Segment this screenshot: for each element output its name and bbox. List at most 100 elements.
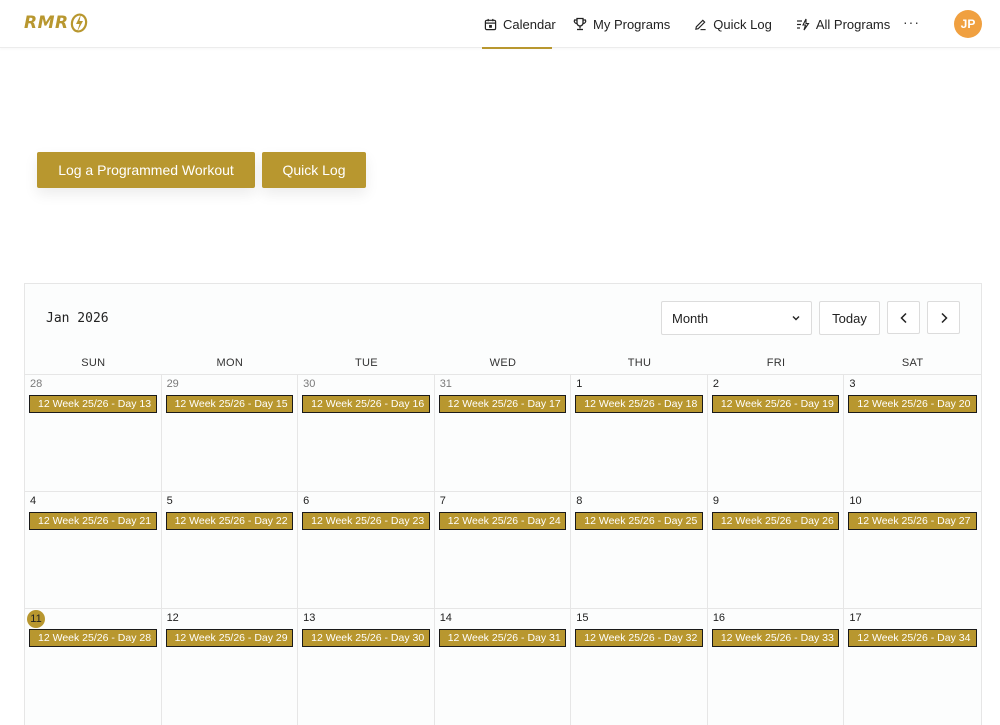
- calendar-grid: 28 12 Week 25/26 - Day 13 29 12 Week 25/26 …: [25, 375, 981, 725]
- today-date-badge[interactable]: 11: [27, 610, 45, 628]
- workout-event[interactable]: 12 Week 25/26 - Day 17: [438, 395, 567, 413]
- nav-item-my-programs[interactable]: My Programs: [573, 0, 670, 48]
- calendar-day-cell[interactable]: 30 12 Week 25/26 - Day 16: [298, 375, 435, 491]
- calendar-day-cell[interactable]: 11 12 Week 25/26 - Day 28: [25, 609, 162, 725]
- calendar-day-cell[interactable]: 15 12 Week 25/26 - Day 32: [571, 609, 708, 725]
- workout-event[interactable]: 12 Week 25/26 - Day 29: [165, 629, 294, 647]
- nav-label-all-programs: All Programs: [815, 16, 891, 32]
- calendar-day-cell[interactable]: 4 12 Week 25/26 - Day 21: [25, 492, 162, 608]
- day-number[interactable]: 5: [167, 495, 173, 507]
- calendar-day-cell[interactable]: 8 12 Week 25/26 - Day 25: [571, 492, 708, 608]
- calendar-day-cell[interactable]: 13 12 Week 25/26 - Day 30: [298, 609, 435, 725]
- workout-event[interactable]: 12 Week 25/26 - Day 19: [711, 395, 840, 413]
- day-number[interactable]: 2: [713, 378, 719, 390]
- workout-event[interactable]: 12 Week 25/26 - Day 18: [575, 395, 703, 413]
- workout-event[interactable]: 12 Week 25/26 - Day 23: [302, 512, 430, 530]
- trophy-icon: [573, 17, 587, 31]
- calendar-day-cell[interactable]: 1 12 Week 25/26 - Day 18: [571, 375, 708, 491]
- calendar-day-cell[interactable]: 29 12 Week 25/26 - Day 15: [161, 375, 299, 491]
- day-number[interactable]: 9: [713, 495, 719, 507]
- nav-item-all-programs[interactable]: All Programs: [796, 0, 890, 48]
- weekday-label: SUN: [81, 357, 106, 369]
- workout-event[interactable]: 12 Week 25/26 - Day 34: [848, 629, 977, 647]
- day-number[interactable]: 15: [576, 612, 588, 624]
- calendar-day-cell[interactable]: 17 12 Week 25/26 - Day 34: [844, 609, 981, 725]
- workout-event[interactable]: 12 Week 25/26 - Day 33: [711, 629, 840, 647]
- next-month-button[interactable]: [927, 301, 960, 334]
- main-nav: Calendar My Programs Quick Log All Progr…: [482, 0, 890, 49]
- nav-label-my-programs: My Programs: [593, 16, 671, 32]
- nav-item-calendar[interactable]: Calendar: [482, 0, 556, 49]
- quick-log-button[interactable]: Quick Log: [262, 152, 366, 188]
- nav-label-quick-log: Quick Log: [713, 16, 772, 32]
- calendar-day-cell[interactable]: 9 12 Week 25/26 - Day 26: [707, 492, 845, 608]
- calendar-day-cell[interactable]: 7 12 Week 25/26 - Day 24: [434, 492, 572, 608]
- workout-event[interactable]: 12 Week 25/26 - Day 21: [29, 512, 157, 530]
- chevron-right-icon: [940, 312, 948, 323]
- calendar-day-cell[interactable]: 10 12 Week 25/26 - Day 27: [844, 492, 981, 608]
- workout-event[interactable]: 12 Week 25/26 - Day 26: [711, 512, 840, 530]
- chevron-left-icon: [899, 312, 907, 323]
- view-mode-select[interactable]: Month: [661, 301, 812, 335]
- day-number[interactable]: 17: [849, 612, 861, 624]
- workout-event[interactable]: 12 Week 25/26 - Day 15: [165, 395, 294, 413]
- view-mode-value: Month: [672, 310, 709, 326]
- day-number[interactable]: 28: [30, 378, 42, 390]
- calendar-day-cell[interactable]: 31 12 Week 25/26 - Day 17: [434, 375, 572, 491]
- calendar-week-row: 11 12 Week 25/26 - Day 28 12 12 Week 25/26 …: [25, 609, 981, 725]
- calendar-week-row: 28 12 Week 25/26 - Day 13 29 12 Week 25/26 …: [25, 375, 981, 492]
- calendar-day-cell[interactable]: 14 12 Week 25/26 - Day 31: [434, 609, 572, 725]
- logo-text: RMR: [24, 13, 69, 33]
- workout-event[interactable]: 12 Week 25/26 - Day 32: [575, 629, 703, 647]
- top-navigation-bar: RMR Calendar My Programs Quick Log All P…: [0, 0, 1000, 49]
- workout-event[interactable]: 12 Week 25/26 - Day 16: [302, 395, 430, 413]
- bolt-logo-icon: [70, 13, 87, 33]
- calendar-day-cell[interactable]: 5 12 Week 25/26 - Day 22: [161, 492, 299, 608]
- calendar-day-cell[interactable]: 16 12 Week 25/26 - Day 33: [707, 609, 845, 725]
- calendar-day-cell[interactable]: 12 12 Week 25/26 - Day 29: [161, 609, 299, 725]
- nav-item-quick-log[interactable]: Quick Log: [694, 0, 772, 48]
- workout-event[interactable]: 12 Week 25/26 - Day 20: [848, 395, 977, 413]
- day-number[interactable]: 31: [440, 378, 452, 390]
- day-number[interactable]: 30: [303, 378, 315, 390]
- day-number[interactable]: 6: [303, 495, 309, 507]
- month-calendar: Jan 2026 Month Today SUN MON TUE WED THU…: [24, 283, 982, 725]
- log-programmed-workout-button[interactable]: Log a Programmed Workout: [37, 152, 255, 188]
- calendar-month-title: Jan 2026: [46, 311, 109, 326]
- weekday-label: FRI: [766, 357, 786, 369]
- calendar-day-cell[interactable]: 2 12 Week 25/26 - Day 19: [707, 375, 845, 491]
- calendar-icon: [484, 18, 497, 30]
- chevron-down-icon: [792, 316, 800, 321]
- today-button[interactable]: Today: [819, 301, 880, 335]
- workout-event[interactable]: 12 Week 25/26 - Day 30: [302, 629, 430, 647]
- calendar-day-cell[interactable]: 3 12 Week 25/26 - Day 20: [844, 375, 981, 491]
- day-number[interactable]: 1: [576, 378, 582, 390]
- day-number[interactable]: 13: [303, 612, 315, 624]
- calendar-day-cell[interactable]: 6 12 Week 25/26 - Day 23: [298, 492, 435, 608]
- rmr-logo[interactable]: RMR: [24, 11, 88, 35]
- pencil-icon: [695, 19, 706, 30]
- day-number[interactable]: 12: [167, 612, 179, 624]
- weekday-label: WED: [489, 357, 517, 369]
- day-number[interactable]: 7: [440, 495, 446, 507]
- day-number[interactable]: 4: [30, 495, 36, 507]
- weekday-label: THU: [627, 357, 652, 369]
- day-number[interactable]: 3: [849, 378, 855, 390]
- calendar-day-cell[interactable]: 28 12 Week 25/26 - Day 13: [25, 375, 162, 491]
- day-number[interactable]: 8: [576, 495, 582, 507]
- day-number[interactable]: 10: [849, 495, 861, 507]
- workout-event[interactable]: 12 Week 25/26 - Day 25: [575, 512, 703, 530]
- user-avatar[interactable]: JP: [954, 10, 982, 38]
- day-number[interactable]: 16: [713, 612, 725, 624]
- more-menu-icon[interactable]: ···: [903, 14, 920, 30]
- workout-event[interactable]: 12 Week 25/26 - Day 28: [29, 629, 157, 647]
- workout-event[interactable]: 12 Week 25/26 - Day 24: [438, 512, 567, 530]
- workout-event[interactable]: 12 Week 25/26 - Day 22: [165, 512, 294, 530]
- workout-event[interactable]: 12 Week 25/26 - Day 13: [29, 395, 157, 413]
- day-number[interactable]: 14: [440, 612, 452, 624]
- workout-event[interactable]: 12 Week 25/26 - Day 27: [848, 512, 977, 530]
- workout-event[interactable]: 12 Week 25/26 - Day 31: [438, 629, 567, 647]
- list-bolt-icon: [796, 18, 810, 30]
- previous-month-button[interactable]: [887, 301, 920, 334]
- day-number[interactable]: 29: [167, 378, 179, 390]
